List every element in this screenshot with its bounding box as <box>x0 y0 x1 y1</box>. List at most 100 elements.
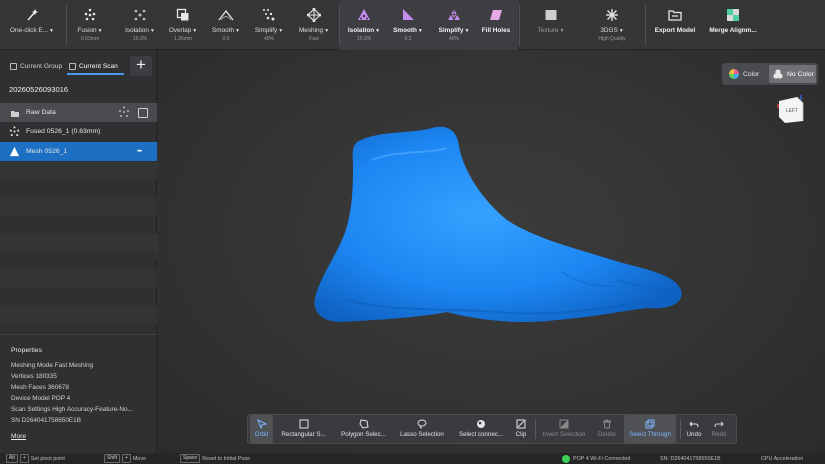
toolbar-divider <box>535 420 536 439</box>
property-sn: SN D264041758650E1B <box>11 417 81 424</box>
3dgs-quality: High Quality <box>598 36 626 42</box>
smooth-icon <box>218 6 234 23</box>
undo-button[interactable]: Undo <box>684 415 704 443</box>
fill-holes-button[interactable]: Fill Holes <box>478 0 514 50</box>
clip-icon <box>516 418 526 429</box>
simplify-value: 40% <box>263 36 274 42</box>
more-options-icon[interactable]: ••• <box>137 148 142 155</box>
main-toolbar: One-click E...▼ Fusion▼ 0.63mm Isolation… <box>0 0 825 50</box>
color-option[interactable]: Color <box>725 65 767 83</box>
fusion-button[interactable]: Fusion▼ 0.63mm <box>72 0 108 50</box>
chevron-down-icon: ▼ <box>235 28 240 34</box>
foot-mesh-model[interactable] <box>157 50 825 453</box>
tab-current-scan[interactable]: Current Scan <box>69 58 118 74</box>
select-connected-button[interactable]: Select connec... <box>454 415 508 443</box>
texture-icon <box>544 6 558 23</box>
connected-check-icon <box>562 454 570 463</box>
status-bar: Alt + Set pivot point Shift + Move Space… <box>0 453 825 464</box>
triangle-simplify-icon <box>447 6 461 23</box>
isolation-icon <box>133 6 147 23</box>
property-vertices: Vertices 180335 <box>11 373 57 380</box>
list-item-mesh[interactable]: Mesh 0526_1 ••• <box>0 142 157 161</box>
point-cloud-icon[interactable] <box>118 106 130 120</box>
export-model-button[interactable]: Export Model <box>650 0 700 50</box>
invert-selection-button[interactable]: Invert Selection <box>538 415 590 443</box>
tab-current-scan-label: Current Scan <box>79 62 118 70</box>
meshing-button[interactable]: Meshing▼ Fast <box>294 0 334 50</box>
list-item-raw-data[interactable]: Raw Data <box>0 103 157 122</box>
triangle-isolation-icon <box>357 6 371 23</box>
toolbar-divider <box>680 420 681 439</box>
mesh-isolation-button[interactable]: Isolation▼ 15.0% <box>344 0 384 50</box>
simplify-button[interactable]: Simplify▼ 40% <box>250 0 288 50</box>
merge-alignment-button[interactable]: Merge Alignm... <box>704 0 762 50</box>
chevron-down-icon: ▼ <box>559 28 565 34</box>
texture-button[interactable]: Texture▼ <box>530 0 572 50</box>
merge-icon <box>726 6 740 23</box>
empty-row <box>0 306 157 324</box>
clip-label: Clip <box>515 431 527 438</box>
smooth-label: Smooth <box>212 27 235 34</box>
scan-id: 20260526093016 <box>9 85 69 94</box>
mesh-smooth-button[interactable]: Smooth▼ 0.3 <box>390 0 426 50</box>
polygon-selection-button[interactable]: Polygon Selec... <box>337 415 390 443</box>
chevron-down-icon: ▼ <box>417 28 423 34</box>
properties-more-link[interactable]: More <box>11 433 26 440</box>
3dgs-button[interactable]: 3DGS▼ High Quality <box>588 0 636 50</box>
invert-selection-label: Invert Selection <box>542 431 586 438</box>
mesh-isolation-label: Isolation <box>347 27 375 34</box>
3d-viewport[interactable]: Color No Color LEFT Orbit Rectangular S.… <box>157 50 825 453</box>
rectangular-selection-button[interactable]: Rectangular S... <box>276 415 331 443</box>
tab-current-group-label: Current Group <box>20 62 63 70</box>
3dgs-label: 3DGS <box>600 27 618 34</box>
select-through-button[interactable]: Select Through <box>624 415 676 443</box>
acceleration-mode: CPU Acceleration <box>761 455 804 462</box>
property-mesh-faces: Mesh Faces 360678 <box>11 384 69 391</box>
list-item-fused[interactable]: Fused 0526_1 (0.63mm) <box>0 122 157 141</box>
empty-row <box>0 198 157 216</box>
overlap-icon <box>176 6 190 23</box>
checkbox[interactable] <box>138 107 148 118</box>
mesh-triangle-icon <box>8 145 21 158</box>
isolation-button[interactable]: Isolation▼ 15.0% <box>118 0 162 50</box>
color-option-label: Color <box>743 70 760 78</box>
shift-key: Shift <box>104 454 121 463</box>
toolbar-divider <box>519 4 520 46</box>
eraser-icon <box>488 6 504 23</box>
connection-status: POP 4 Wi-Fi Connected <box>562 454 630 463</box>
orbit-button[interactable]: Orbit <box>250 415 273 443</box>
cursor-icon <box>256 418 267 429</box>
overlap-button[interactable]: Overlap▼ 1.26mm <box>164 0 202 50</box>
raw-data-icon <box>8 106 21 119</box>
hint-move: Shift + Move <box>104 454 146 463</box>
no-color-option[interactable]: No Color <box>769 65 816 83</box>
one-click-edit-button[interactable]: One-click E...▼ <box>4 0 60 50</box>
meshing-value: Fast <box>309 36 319 42</box>
color-mode-toggle: Color No Color <box>722 63 818 85</box>
chevron-down-icon: ▼ <box>464 28 470 34</box>
smooth-button[interactable]: Smooth▼ 0.0 <box>207 0 245 50</box>
redo-button[interactable]: Redo <box>708 415 730 443</box>
isolation-label: Isolation <box>125 27 149 34</box>
chevron-down-icon: ▼ <box>618 28 624 34</box>
meshing-label: Meshing <box>298 27 324 34</box>
folder-export-icon <box>668 6 682 23</box>
delete-button[interactable]: Delete <box>594 415 620 443</box>
view-cube[interactable]: LEFT <box>777 94 805 124</box>
lasso-selection-button[interactable]: Lasso Selection <box>396 415 448 443</box>
select-through-icon <box>645 418 655 429</box>
tab-current-group[interactable]: Current Group <box>10 58 62 74</box>
clip-button[interactable]: Clip <box>512 415 530 443</box>
add-scan-button[interactable]: + <box>130 56 152 76</box>
chevron-down-icon: ▼ <box>375 28 381 34</box>
fused-label: Fused 0526_1 (0.63mm) <box>26 128 101 135</box>
orbit-label: Orbit <box>254 431 269 438</box>
overlap-label: Overlap <box>168 27 192 34</box>
point-cloud-icon <box>8 125 21 138</box>
mesh-simplify-label: Simplify <box>438 27 464 34</box>
toolbar-divider <box>645 4 646 46</box>
empty-row <box>0 162 157 180</box>
mesh-simplify-button[interactable]: Simplify▼ 40% <box>434 0 474 50</box>
hint-reset: Space Reset to Initial Pose <box>180 454 250 463</box>
undo-icon <box>689 418 699 429</box>
